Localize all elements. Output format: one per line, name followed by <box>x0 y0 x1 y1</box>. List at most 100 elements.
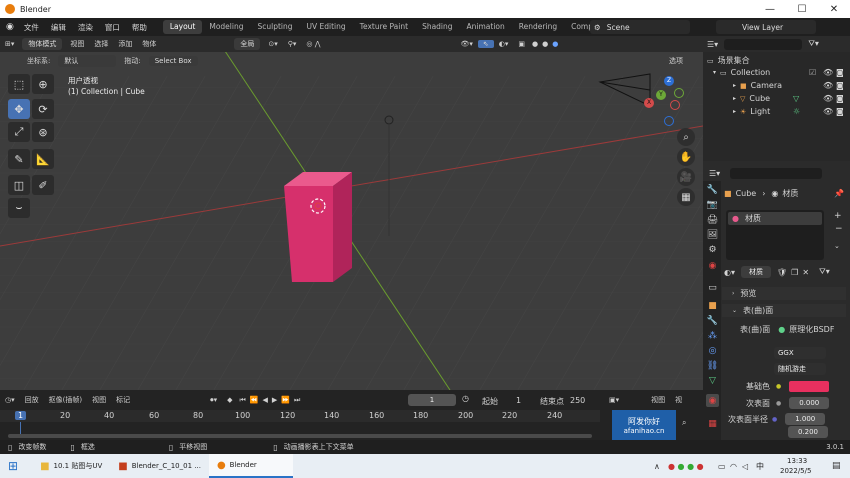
mode-dropdown[interactable]: 物体模式 <box>22 38 63 50</box>
tab-layout[interactable]: Layout <box>162 20 203 34</box>
outliner-row-light[interactable]: ▸ ☀ Light ☼ 👁 ◙ <box>707 107 847 116</box>
radius-y-field[interactable]: 0.200 <box>788 426 828 438</box>
gizmo-toggle-icon[interactable]: ⇖ <box>477 40 494 48</box>
eye-icon[interactable]: 👁 <box>823 107 833 116</box>
eye-icon[interactable]: 👁 <box>823 94 833 103</box>
keyframe-icon[interactable]: ◆ <box>222 396 237 404</box>
end-value[interactable]: 250 <box>570 396 585 405</box>
menu-select[interactable]: 选择 <box>89 39 113 49</box>
render-camera-icon[interactable]: ◙ <box>836 81 844 90</box>
zoom-icon[interactable]: ⌕ <box>677 128 695 146</box>
gizmo-neg-y[interactable] <box>674 88 684 98</box>
browse-material-icon[interactable]: ◐▾ <box>724 268 735 277</box>
ime-indicator[interactable]: 中 <box>756 461 764 472</box>
menu-help[interactable]: 帮助 <box>126 22 153 33</box>
tray-chevron-icon[interactable]: ∧ <box>654 462 660 471</box>
expand-icon[interactable]: ▸ <box>733 108 736 115</box>
physics-tab-icon[interactable]: ◎ <box>706 344 719 357</box>
material-slots-list[interactable]: ● 材质 <box>726 210 824 260</box>
select-box-tool-icon[interactable]: ⬚ <box>8 74 30 94</box>
tab-rendering[interactable]: Rendering <box>512 20 564 34</box>
slot-menu-icon[interactable]: ⌄ <box>834 242 840 250</box>
duplicate-icon[interactable]: ❐ <box>791 268 798 277</box>
curve-tool-icon[interactable]: ⌣ <box>8 198 30 218</box>
notification-icon[interactable]: ▤ <box>832 461 841 471</box>
volume-icon[interactable]: ◁ <box>742 462 748 471</box>
render-tab-icon[interactable]: 📷 <box>706 198 719 211</box>
expand-icon[interactable]: ▸ <box>733 82 736 89</box>
menu-view[interactable]: 视图 <box>65 39 89 49</box>
tab-sculpting[interactable]: Sculpting <box>250 20 299 34</box>
move-tool-icon[interactable]: ✥ <box>8 99 30 119</box>
prev-key-icon[interactable]: ⏪ <box>248 396 261 404</box>
world-tab-icon[interactable]: ◉ <box>706 259 719 272</box>
menu-add[interactable]: 添加 <box>113 39 137 49</box>
gizmo-y-axis[interactable]: Y <box>656 90 666 100</box>
checkbox-icon[interactable]: ☑ <box>809 68 816 77</box>
remove-slot-button[interactable]: − <box>835 224 843 234</box>
menu-marker[interactable]: 标记 <box>111 395 135 405</box>
tab-animation[interactable]: Animation <box>460 20 512 34</box>
taskbar-item-folder[interactable]: ■ 10.1 贴图与UV <box>32 454 110 478</box>
clock-time[interactable]: 13:33 <box>787 457 807 465</box>
eye-icon[interactable]: 👁 <box>823 68 833 77</box>
expand-icon[interactable]: ▾ <box>713 69 716 76</box>
play-icon[interactable]: ▶ <box>270 396 279 404</box>
node-filter-icon[interactable]: ⛛▾ <box>819 267 830 277</box>
subsurface-field[interactable]: 0.000 <box>789 397 830 409</box>
jump-start-icon[interactable]: ⏮ <box>238 396 248 405</box>
properties-editor-icon[interactable]: ☰▾ <box>709 169 720 178</box>
start-value[interactable]: 1 <box>516 396 521 405</box>
output-tab-icon[interactable]: 🖨 <box>706 213 719 226</box>
cursor-tool-icon[interactable]: ⊕ <box>32 74 54 94</box>
outliner-row-cube[interactable]: ▸ ▽ Cube ▽ 👁 ◙ <box>707 94 847 103</box>
base-color-swatch[interactable] <box>789 380 830 392</box>
collection-tab-icon[interactable]: ▭ <box>706 281 719 294</box>
menu-timeline-view[interactable]: 视图 <box>87 395 111 405</box>
render-camera-icon[interactable]: ◙ <box>836 94 844 103</box>
scene-tab-icon[interactable]: ⚙ <box>706 243 719 256</box>
render-camera-icon[interactable]: ◙ <box>836 68 844 77</box>
tab-uv-editing[interactable]: UV Editing <box>300 20 353 34</box>
expand-icon[interactable]: ▸ <box>733 95 736 102</box>
unlink-icon[interactable]: ✕ <box>802 268 809 277</box>
scale-tool-icon[interactable]: ⤢ <box>8 122 30 142</box>
surface-panel-header[interactable]: ⌄ 表(曲)面 <box>722 304 846 317</box>
drag-dropdown[interactable]: Select Box <box>148 56 198 66</box>
eye-icon[interactable]: 👁 <box>823 81 833 90</box>
editor-type-icon[interactable]: ⊞▾ <box>0 40 19 48</box>
wifi-icon[interactable]: ◠ <box>730 462 737 471</box>
right-editor-icon[interactable]: ▣▾ <box>604 396 624 404</box>
scene-selector[interactable]: ⚙ Scene <box>590 20 690 34</box>
shading-material-icon[interactable]: ● <box>550 40 560 48</box>
right-view-menu-2[interactable]: 视 <box>670 395 687 405</box>
gizmo-z-axis[interactable]: Z <box>664 76 674 86</box>
modifier-tab-icon[interactable]: 🔧 <box>706 314 719 327</box>
surface-shader-field[interactable]: 原理化BSDF <box>789 324 834 335</box>
xray-icon[interactable]: ▣ <box>513 40 530 48</box>
close-button[interactable]: ✕ <box>818 0 850 18</box>
menu-render[interactable]: 渲染 <box>72 22 99 33</box>
view-layer-tab-icon[interactable]: 🖼 <box>706 228 719 241</box>
gizmo-neg-z[interactable] <box>664 116 674 126</box>
view-layer-selector[interactable]: View Layer <box>716 20 816 34</box>
fake-user-icon[interactable]: 🛡 <box>777 268 787 277</box>
clock-icon[interactable]: ◷ <box>462 394 469 403</box>
measure-tool-icon[interactable]: 📐 <box>32 149 54 169</box>
add-cube-tool-icon[interactable]: ◫ <box>8 175 30 195</box>
gizmo-x-axis[interactable]: X <box>644 98 654 108</box>
minimize-button[interactable]: — <box>754 0 786 18</box>
material-slot[interactable]: ● 材质 <box>728 212 822 225</box>
edit-tool-icon[interactable]: ✐ <box>32 175 54 195</box>
tool-tab-icon[interactable]: 🔧 <box>706 183 719 196</box>
texture-tab-icon[interactable]: ▦ <box>706 417 719 430</box>
transform-tool-icon[interactable]: ⊛ <box>32 122 54 142</box>
network-icon[interactable]: ▭ <box>718 462 726 471</box>
shading-wireframe-icon[interactable]: ● <box>530 40 540 48</box>
object-tab-icon[interactable]: ■ <box>706 299 719 312</box>
coordinate-dropdown[interactable]: 默认 <box>58 55 117 67</box>
subsurface-method-dropdown[interactable]: 随机游走 <box>774 363 826 375</box>
zoom-icon[interactable]: ⌕ <box>682 418 686 428</box>
taskbar-item-blender[interactable]: ● Blender <box>208 454 293 478</box>
outliner-row-collection[interactable]: ▾ ▭ Collection ☑ 👁 ◙ <box>707 68 847 77</box>
